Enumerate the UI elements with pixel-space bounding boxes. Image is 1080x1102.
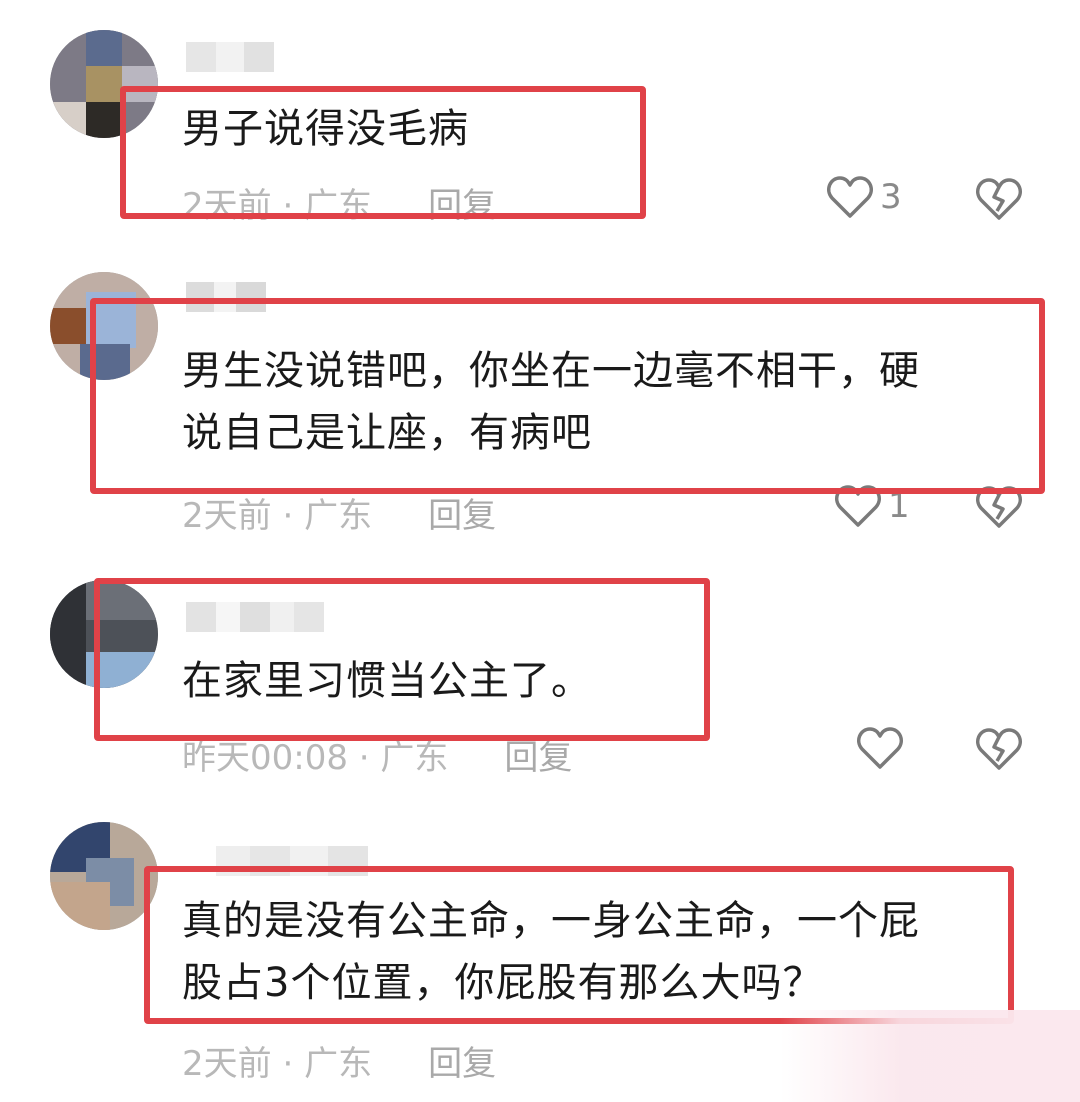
like-button[interactable] xyxy=(856,726,910,770)
highlight-box xyxy=(90,298,1045,494)
reply-button[interactable]: 回复 xyxy=(428,1036,496,1085)
dislike-button[interactable] xyxy=(975,177,1023,225)
highlight-box xyxy=(94,578,710,741)
username-blurred[interactable] xyxy=(186,42,286,72)
highlight-box xyxy=(144,866,1014,1024)
heart-outline-icon xyxy=(827,176,873,218)
comment-meta: 2天前 · 广东 回复 xyxy=(182,1036,496,1085)
like-button[interactable]: 3 xyxy=(826,175,902,219)
broken-heart-icon xyxy=(976,178,1022,220)
like-count: 3 xyxy=(880,177,902,217)
corner-fade-overlay xyxy=(780,1010,1080,1102)
reply-button[interactable]: 回复 xyxy=(428,488,496,537)
highlight-box xyxy=(120,86,646,219)
time-location: 2天前 · 广东 xyxy=(182,496,373,536)
dislike-button[interactable] xyxy=(975,727,1023,775)
avatar[interactable] xyxy=(50,822,158,930)
heart-outline-icon xyxy=(857,727,903,769)
broken-heart-icon xyxy=(976,728,1022,770)
time-location: 2天前 · 广东 xyxy=(182,1044,373,1084)
comment-meta: 2天前 · 广东 回复 xyxy=(182,488,496,537)
